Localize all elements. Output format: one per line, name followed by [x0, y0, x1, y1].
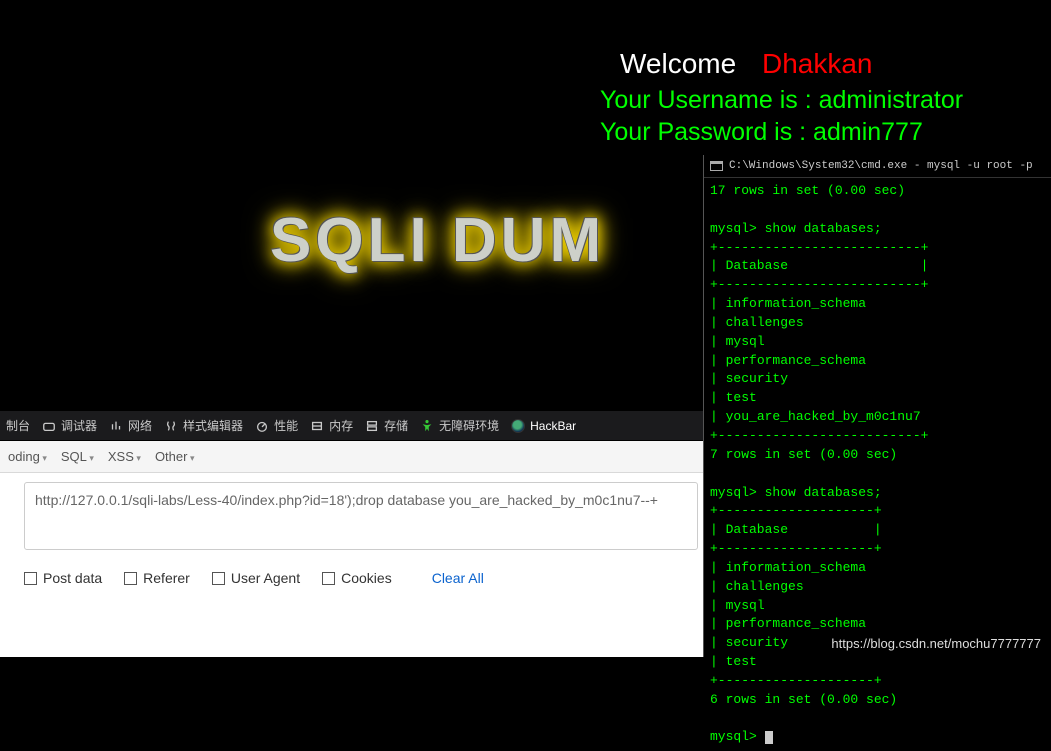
menu-other[interactable]: Other — [155, 449, 195, 464]
cursor-icon — [765, 731, 773, 744]
cmd-line: 6 rows in set (0.00 sec) — [710, 692, 897, 707]
cmd-db-row: test — [710, 390, 757, 405]
password-line: Your Password is : admin777 — [600, 118, 923, 147]
cmd-db-row: challenges — [710, 579, 804, 594]
menu-encoding[interactable]: oding — [8, 449, 47, 464]
tab-accessibility[interactable]: 无障碍环境 — [420, 417, 499, 434]
tab-label: HackBar — [530, 419, 576, 433]
tab-style-editor[interactable]: 样式编辑器 — [164, 417, 243, 434]
cmd-line: | Database | — [710, 258, 928, 273]
sqli-logo: SQLI DUM — [270, 205, 605, 276]
cmd-db-row: mysql — [710, 334, 765, 349]
cmd-line: 7 rows in set (0.00 sec) — [710, 447, 897, 462]
cmd-db-row: you_are_hacked_by_m0c1nu7 — [710, 409, 921, 424]
tab-memory[interactable]: 内存 — [310, 417, 353, 434]
check-label: Referer — [143, 570, 190, 586]
storage-icon — [365, 419, 379, 433]
memory-icon — [310, 419, 324, 433]
cmd-db-row: performance_schema — [710, 353, 866, 368]
cmd-db-row: information_schema — [710, 296, 866, 311]
cmd-prompt: mysql> — [710, 729, 765, 744]
cmd-db-row: performance_schema — [710, 616, 866, 631]
cmd-title-text: C:\Windows\System32\cmd.exe - mysql -u r… — [729, 160, 1033, 172]
cmd-line: | Database | — [710, 522, 882, 537]
tab-label: 样式编辑器 — [183, 417, 243, 434]
cmd-line: +--------------------------+ — [710, 240, 928, 255]
check-post-data[interactable]: Post data — [24, 570, 102, 586]
cmd-window: C:\Windows\System32\cmd.exe - mysql -u r… — [703, 155, 1051, 657]
clear-all-link[interactable]: Clear All — [432, 570, 484, 586]
tab-label: 制台 — [6, 417, 30, 434]
welcome-name: Dhakkan — [762, 48, 873, 79]
check-referer[interactable]: Referer — [124, 570, 190, 586]
tab-storage[interactable]: 存储 — [365, 417, 408, 434]
cmd-line: +--------------------+ — [710, 541, 882, 556]
cmd-icon — [710, 161, 723, 171]
tab-label: 网络 — [128, 417, 152, 434]
tab-debugger[interactable]: 调试器 — [42, 417, 97, 434]
welcome-label: Welcome — [620, 48, 736, 79]
check-label: User Agent — [231, 570, 300, 586]
cmd-output[interactable]: 17 rows in set (0.00 sec) mysql> show da… — [704, 178, 1051, 751]
tab-label: 内存 — [329, 417, 353, 434]
cmd-db-row: mysql — [710, 598, 765, 613]
tab-performance[interactable]: 性能 — [255, 417, 298, 434]
checkbox-icon — [212, 572, 225, 585]
cmd-line: +--------------------+ — [710, 673, 882, 688]
check-user-agent[interactable]: User Agent — [212, 570, 300, 586]
checkbox-icon — [322, 572, 335, 585]
cmd-line: +--------------------------+ — [710, 428, 928, 443]
tab-network[interactable]: 网络 — [109, 417, 152, 434]
welcome-line: Welcome Dhakkan — [620, 48, 872, 80]
tab-console[interactable]: 制台 — [6, 417, 30, 434]
performance-icon — [255, 419, 269, 433]
cmd-line: mysql> show databases; — [710, 221, 882, 236]
cmd-db-row: information_schema — [710, 560, 866, 575]
cmd-db-row: test — [710, 654, 757, 669]
cmd-titlebar[interactable]: C:\Windows\System32\cmd.exe - mysql -u r… — [704, 155, 1051, 178]
checkbox-icon — [24, 572, 37, 585]
accessibility-icon — [420, 419, 434, 433]
check-cookies[interactable]: Cookies — [322, 570, 392, 586]
cmd-db-row: security — [710, 371, 788, 386]
tab-label: 无障碍环境 — [439, 417, 499, 434]
url-input[interactable]: http://127.0.0.1/sqli-labs/Less-40/index… — [24, 482, 698, 550]
network-icon — [109, 419, 123, 433]
cmd-line: 17 rows in set (0.00 sec) — [710, 183, 905, 198]
username-line: Your Username is : administrator — [600, 86, 963, 115]
hackbar-icon — [511, 419, 525, 433]
check-label: Post data — [43, 570, 102, 586]
cmd-db-row: security — [710, 635, 788, 650]
watermark-text: https://blog.csdn.net/mochu7777777 — [831, 636, 1041, 651]
cmd-line: +--------------------------+ — [710, 277, 928, 292]
tab-label: 调试器 — [61, 417, 97, 434]
tab-label: 性能 — [274, 417, 298, 434]
tab-hackbar[interactable]: HackBar — [511, 419, 576, 433]
check-label: Cookies — [341, 570, 392, 586]
tab-label: 存储 — [384, 417, 408, 434]
menu-xss[interactable]: XSS — [108, 449, 141, 464]
menu-sql[interactable]: SQL — [61, 449, 94, 464]
checkbox-icon — [124, 572, 137, 585]
cmd-db-row: challenges — [710, 315, 804, 330]
debugger-icon — [42, 419, 56, 433]
style-icon — [164, 419, 178, 433]
cmd-line: mysql> show databases; — [710, 485, 882, 500]
options-row: Post data Referer User Agent Cookies Cle… — [24, 570, 484, 586]
cmd-line: +--------------------+ — [710, 503, 882, 518]
